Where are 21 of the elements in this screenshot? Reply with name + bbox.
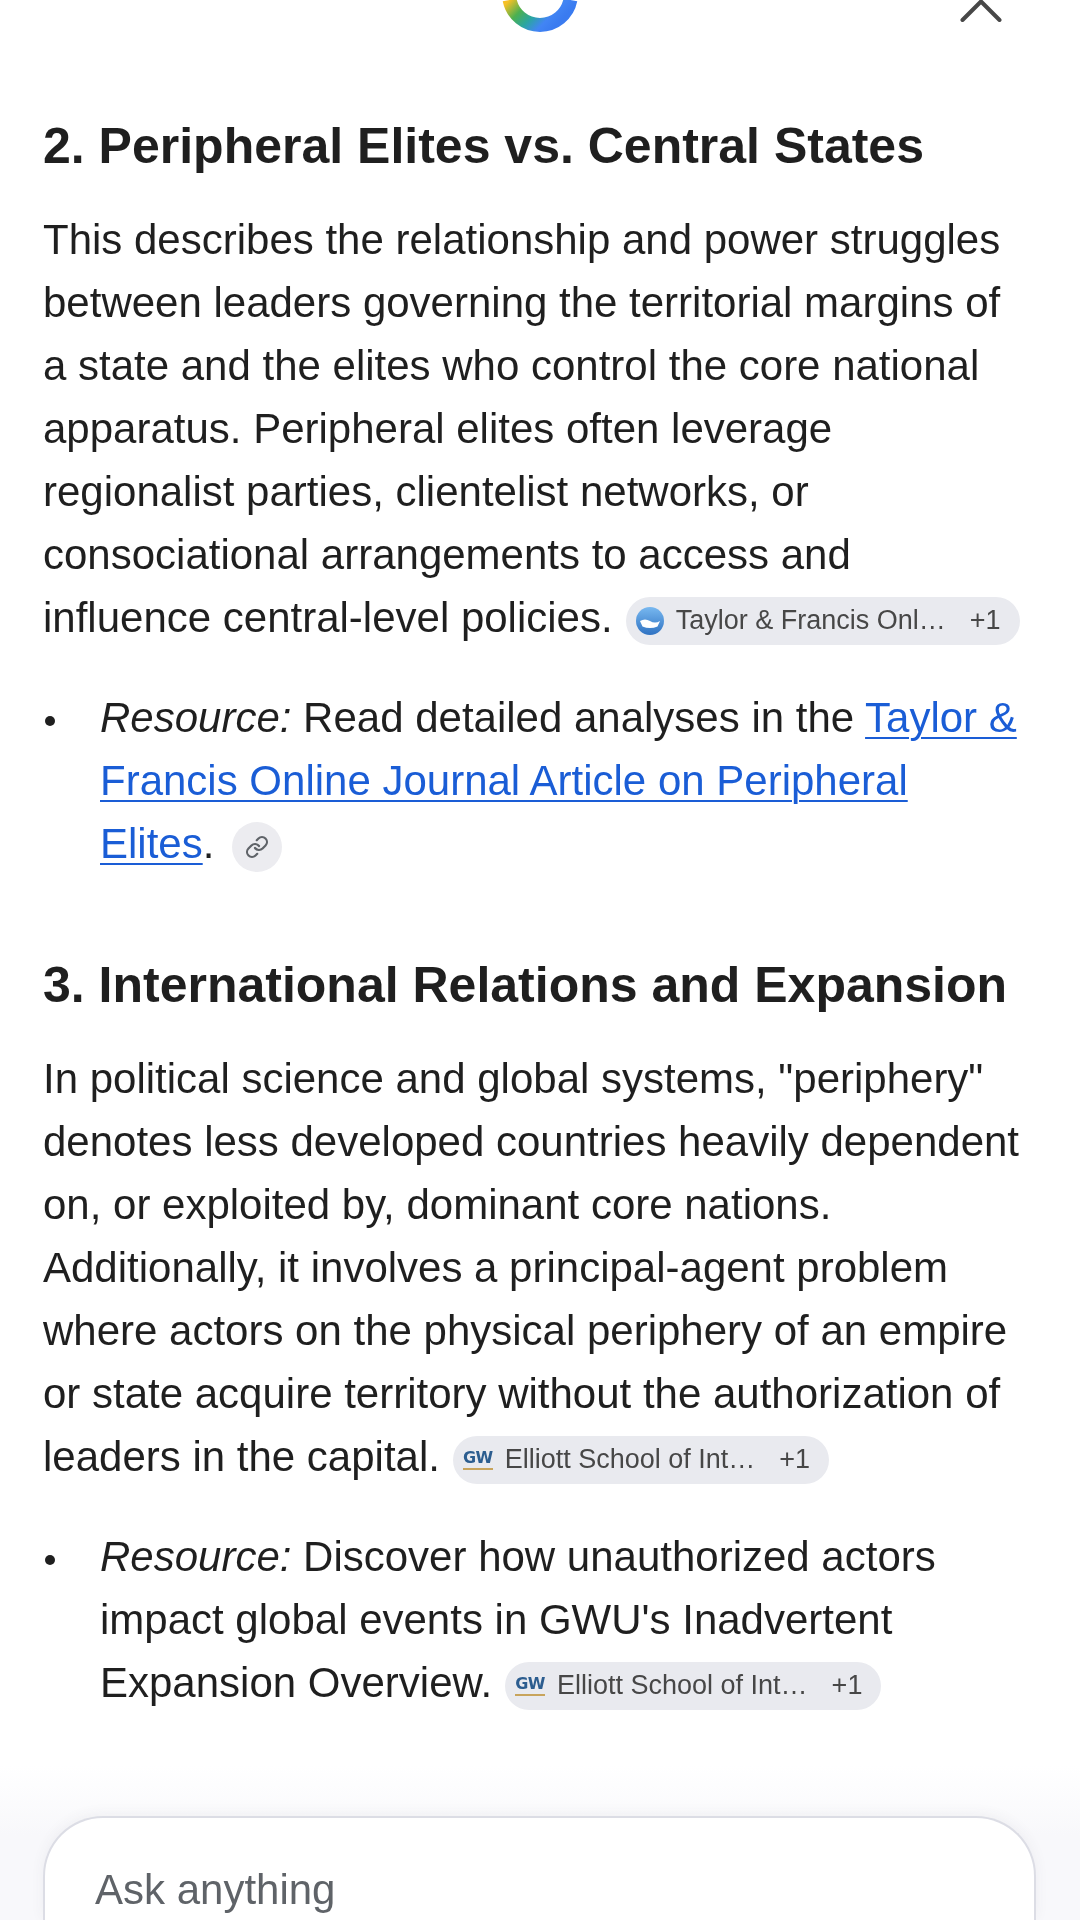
ring-logo-icon [502, 0, 578, 34]
resource-text: Resource: Discover how unauthorized actors impact global events in GWU's Inadvertent Expansion Overview. GW Elliott School of Int… +1 [100, 1525, 1031, 1714]
section-heading: 3. International Relations and Expansion [43, 956, 1009, 1015]
body-text: This describes the relationship and power struggles between leaders governing the territorial margins of a state and the elites who control the core national apparatus. Peripheral elites often leverage regionalist parties, clientelist networks, or consociational arrangements to access and influence central-level policies. Taylor & Francis Onl… +1 [43, 208, 1025, 649]
chevron-icon[interactable] [960, 0, 1002, 22]
article-link[interactable]: Francis Online Journal Article on Peripheral [100, 757, 908, 804]
bullet-icon [45, 716, 55, 726]
resource-text: Resource: Read detailed analyses in the Taylor & Francis Online Journal Article on Peripheral Elites. [100, 686, 1031, 875]
monogram-logo: GW [462, 1449, 493, 1470]
section-heading: 2. Peripheral Elites vs. Central States [43, 117, 925, 176]
monogram-logo: GW [515, 1675, 545, 1696]
body-text: In political science and global systems, "periphery" denotes less developed countries heavily dependent on, or exploited by, dominant core nations. Additionally, it involves a principal-agent problem where actors on the physical periphery of an empire or state acquire territory without the authorization of leaders in the capital. GW Elliott School of Int… +1 [43, 1047, 1025, 1488]
bullet-icon [45, 1555, 55, 1565]
link-icon [245, 834, 270, 859]
source-chip[interactable]: Taylor & Francis Onl… +1 [625, 596, 1020, 645]
article-link[interactable]: Elites [100, 820, 203, 867]
source-chip[interactable]: GW Elliott School of Int… +1 [452, 1435, 830, 1484]
wave-circle-icon [635, 606, 664, 635]
article-link[interactable]: Taylor & [865, 694, 1017, 741]
ask-field[interactable]: Ask anything [43, 1816, 1036, 1920]
source-chip[interactable]: GW Elliott School of Int… +1 [505, 1661, 882, 1710]
